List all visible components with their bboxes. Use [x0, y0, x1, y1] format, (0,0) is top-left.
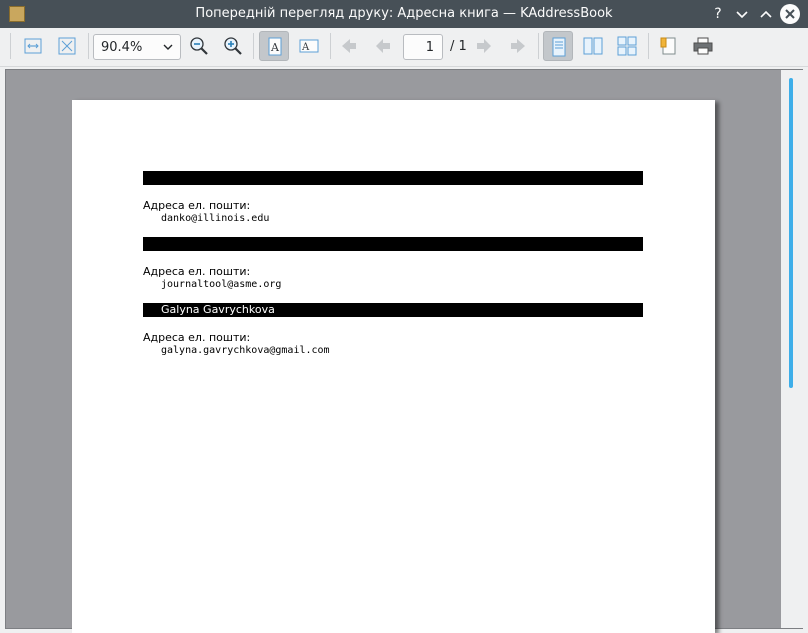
svg-text:A: A: [270, 41, 280, 54]
arrow-left-icon: [376, 39, 390, 53]
minimize-button[interactable]: [733, 5, 751, 23]
contact-entry: Galyna Gavrychkova Адреса ел. пошти: gal…: [143, 303, 643, 357]
print-preview-toolbar: 90.4% A A 1 / 1: [0, 28, 808, 67]
portrait-button[interactable]: A: [259, 31, 289, 61]
contact-name-band: [143, 237, 643, 251]
contact-entry: Адреса ел. пошти: journaltool@asme.org: [143, 237, 643, 291]
window-title: Попередній перегляд друку: Адресна книга…: [195, 6, 613, 21]
arrow-right-icon: [477, 39, 491, 53]
portrait-icon: A: [268, 37, 282, 56]
fit-width-button[interactable]: [18, 31, 48, 61]
first-page-button[interactable]: [334, 31, 364, 61]
printer-icon: [693, 37, 713, 55]
single-page-button[interactable]: [543, 31, 573, 61]
svg-text:A: A: [301, 42, 310, 53]
title-bar: Попередній перегляд друку: Адресна книга…: [0, 0, 808, 28]
maximize-button[interactable]: [757, 5, 775, 23]
fit-page-icon: [58, 37, 76, 55]
maximize-icon: [760, 10, 772, 18]
page-setup-button[interactable]: [654, 31, 684, 61]
fit-page-button[interactable]: [52, 31, 82, 61]
minimize-icon: [736, 11, 748, 19]
zoom-out-icon: [190, 37, 208, 55]
previous-page-button[interactable]: [368, 31, 398, 61]
toolbar-separator: [253, 33, 254, 59]
landscape-icon: A: [299, 39, 319, 53]
close-icon: [785, 9, 795, 19]
zoom-select[interactable]: 90.4%: [93, 34, 181, 60]
overview-button[interactable]: [612, 31, 642, 61]
contact-name-band: Galyna Gavrychkova: [143, 303, 643, 317]
landscape-button[interactable]: A: [294, 31, 324, 61]
chevron-down-icon: [163, 44, 173, 50]
toolbar-handle: [10, 33, 11, 59]
email-value: danko@illinois.edu: [161, 213, 270, 224]
page-number-input[interactable]: 1: [403, 34, 443, 60]
zoom-in-icon: [224, 37, 242, 55]
toolbar-separator: [648, 33, 649, 59]
fit-width-icon: [24, 38, 42, 54]
email-label: Адреса ел. пошти:: [143, 199, 251, 212]
close-button[interactable]: [780, 4, 800, 24]
toolbar-separator: [538, 33, 539, 59]
next-page-button[interactable]: [469, 31, 499, 61]
toolbar-separator: [330, 33, 331, 59]
page-current: 1: [425, 40, 434, 55]
email-label: Адреса ел. пошти:: [143, 331, 251, 344]
facing-pages-icon: [583, 37, 603, 55]
last-page-button[interactable]: [503, 31, 533, 61]
scrollbar-thumb[interactable]: [789, 78, 793, 388]
contact-name-band: [143, 171, 643, 185]
email-value: journaltool@asme.org: [161, 279, 282, 290]
single-page-icon: [552, 37, 566, 57]
page-total: / 1: [450, 39, 467, 54]
contact-entry: Адреса ел. пошти: danko@illinois.edu: [143, 171, 643, 225]
zoom-out-button[interactable]: [184, 31, 214, 61]
print-button[interactable]: [688, 31, 718, 61]
toolbar-separator: [88, 33, 89, 59]
preview-page: Адреса ел. пошти: danko@illinois.edu Адр…: [72, 100, 715, 633]
email-value: galyna.gavrychkova@gmail.com: [161, 345, 330, 356]
zoom-value: 90.4%: [101, 40, 143, 55]
email-label: Адреса ел. пошти:: [143, 265, 251, 278]
grid-icon: [617, 36, 637, 56]
help-button[interactable]: ?: [709, 5, 727, 23]
facing-pages-button[interactable]: [578, 31, 608, 61]
page-setup-icon: [660, 37, 676, 55]
last-page-icon: [511, 39, 525, 53]
first-page-icon: [342, 39, 356, 53]
zoom-in-button[interactable]: [218, 31, 248, 61]
